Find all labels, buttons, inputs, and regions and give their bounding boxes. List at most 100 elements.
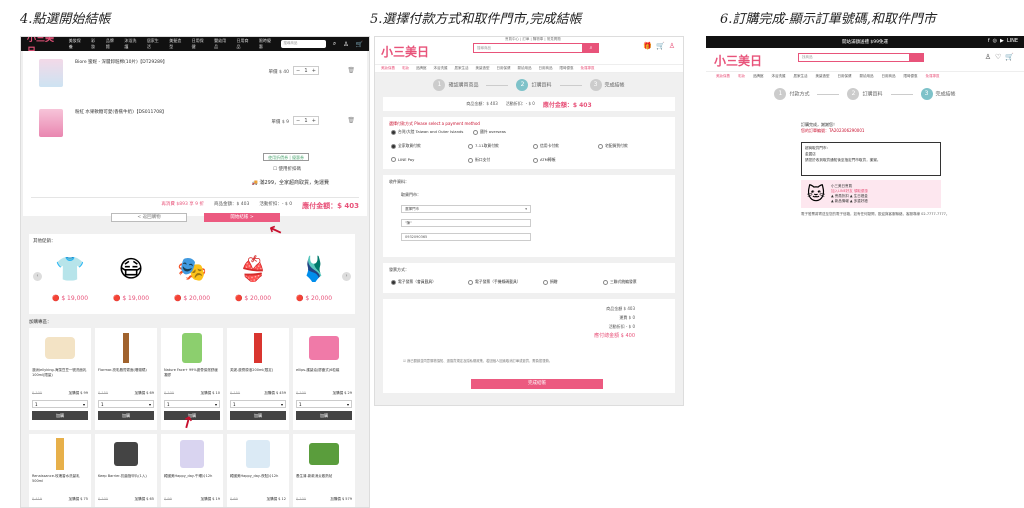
nav-item[interactable]: 彩妝 (91, 38, 99, 50)
trash-icon[interactable]: 🗑 (347, 67, 355, 74)
black-bra-image[interactable]: 🩱 (289, 248, 339, 290)
payment-radio[interactable]: 全家取貨付款 (391, 143, 421, 149)
nav-item[interactable]: 日用保健 (838, 74, 852, 79)
cart-icon[interactable]: 🛒 (356, 41, 363, 48)
kids-mask-image[interactable]: 🎭 (167, 248, 217, 290)
nav-item[interactable]: 美妝保養 (381, 66, 395, 71)
product-image[interactable] (227, 328, 289, 368)
instagram-icon[interactable]: ◎ (993, 38, 997, 44)
nav-item[interactable]: 免運專區 (581, 66, 595, 71)
nav-item[interactable]: 沐浴洗護 (434, 66, 448, 71)
search-icon[interactable] (910, 53, 924, 62)
addon-name[interactable]: 養生清-新款消炎散熱帖 (293, 474, 355, 494)
coupon-button[interactable]: 使用折價券 | 優惠券 (263, 153, 309, 161)
search-icon[interactable]: ⌕ (333, 40, 336, 48)
heart-icon[interactable]: ♡ (995, 53, 1001, 61)
gift-icon[interactable]: 🎁 (643, 42, 652, 50)
nav-item[interactable]: 沐浴洗護 (772, 74, 786, 79)
nav-item[interactable]: 美妝保養 (716, 74, 730, 79)
name-field[interactable]: "陳" (401, 219, 531, 227)
nav-item[interactable]: 日用商品 (237, 38, 252, 50)
brand-logo[interactable]: 小三美日 (381, 43, 429, 60)
quantity-stepper[interactable]: −1 + (293, 116, 319, 125)
facebook-icon[interactable]: f (988, 38, 990, 44)
nav-item[interactable]: 居家生活 (147, 38, 162, 50)
pink-bra-image[interactable]: 👙 (228, 248, 278, 290)
carousel-prev-icon[interactable]: ‹ (33, 272, 42, 281)
search-icon[interactable]: ⌕ (583, 43, 599, 53)
region-radio[interactable]: 台灣/大陸 Taiwan and Outer Islands (391, 129, 463, 135)
user-icon[interactable]: ♙ (985, 53, 991, 61)
carousel-next-icon[interactable]: › (342, 272, 351, 281)
addon-name[interactable]: ellips-護髮油(膠囊式)6粒裝 (293, 368, 355, 388)
invoice-radio[interactable]: 三聯式統編發票 (603, 279, 637, 285)
nav-item[interactable]: 美妝保養 (69, 38, 84, 50)
nav-item[interactable]: 嬰幼用品 (214, 38, 229, 50)
addon-name[interactable]: 韓國美Happy_day-夜貼片12h (227, 474, 289, 494)
addon-name[interactable]: Renaissance-玫瑰香水洗髮乳500ml (29, 474, 91, 494)
search-input[interactable]: 搜尋商品 (473, 43, 583, 53)
product-image[interactable] (293, 328, 355, 368)
product-image[interactable] (95, 434, 157, 474)
nav-item[interactable]: 日用保健 (497, 66, 511, 71)
quantity-select[interactable]: 1 ▾ (230, 400, 286, 408)
nav-item[interactable]: 嬰幼用品 (518, 66, 532, 71)
nav-item[interactable]: 免運專區 (926, 74, 940, 79)
quantity-select[interactable]: 1 ▾ (32, 400, 88, 408)
nav-item[interactable]: 沐浴洗護 (124, 38, 139, 50)
payment-radio[interactable]: 宅配貨到付款 (598, 143, 628, 149)
cart-icon[interactable]: 🛒 (656, 42, 665, 50)
back-to-shop-button[interactable]: < 返回購物 (111, 213, 187, 222)
start-checkout-button[interactable]: 開始結帳 > (204, 213, 280, 222)
addon-button[interactable]: 加購 (296, 411, 352, 420)
cart-item-name[interactable]: Biore 蜜妮 - 深層卸粧棉(10片)【DT29289】 (75, 59, 167, 65)
nav-item[interactable]: 日用保健 (192, 38, 207, 50)
invoice-radio[interactable]: 電子發票（會員載具） (391, 279, 436, 285)
brand-logo[interactable]: 小三美日 (714, 52, 762, 69)
recommended-item[interactable]: 🩱 🔴 $ 20,000 (289, 248, 339, 302)
store-select[interactable]: 選擇門市 ▾ (401, 205, 531, 213)
cart-icon[interactable]: 🛒 (1005, 53, 1014, 61)
invoice-radio[interactable]: 電子發票（手機條碼載具） (468, 279, 521, 285)
addon-name[interactable]: Flormar-亮彩唇膏霧面(珊瑚橘) (95, 368, 157, 388)
mask-box-image[interactable]: 😷 (106, 248, 156, 290)
nav-item[interactable]: 居家生活 (794, 74, 808, 79)
plus-icon[interactable]: + (312, 68, 316, 74)
nav-item[interactable]: 品牌館 (106, 38, 118, 50)
addon-button[interactable]: 加購 (98, 411, 154, 420)
product-image[interactable] (161, 328, 223, 368)
minus-icon[interactable]: − (296, 118, 300, 124)
nav-item[interactable]: 日用商品 (539, 66, 553, 71)
agree-checkbox[interactable]: ☑ (403, 359, 406, 363)
quantity-select[interactable]: 1 ▾ (98, 400, 154, 408)
nav-item[interactable]: 品牌館 (416, 66, 427, 71)
product-thumbnail[interactable] (39, 109, 63, 137)
complete-checkout-button[interactable]: 完成結帳 (471, 379, 603, 389)
addon-name[interactable]: 芙妮-蘆薈原液200ml(限定) (227, 368, 289, 388)
user-icon[interactable]: ♙ (669, 42, 675, 50)
line-icon[interactable]: LINE (1007, 38, 1018, 44)
payment-radio[interactable]: LINE Pay (391, 157, 414, 162)
nav-item[interactable]: 限時優惠 (259, 38, 274, 50)
user-icon[interactable]: ♙ (343, 41, 348, 48)
line-promo-banner[interactable]: 🐱 小三美日會員 加入LINE好友 領取優惠 ▲ 會員折扣 ▲ 生日禮金 ▲ 新… (801, 180, 941, 208)
recommended-item[interactable]: 👙 🔴 $ 20,000 (228, 248, 278, 302)
addon-button[interactable]: 加購 (32, 411, 88, 420)
quantity-stepper[interactable]: −1 + (293, 66, 319, 75)
nav-item[interactable]: 居家生活 (455, 66, 469, 71)
top-links[interactable]: 會員中心 | 訂單 | 購物車 | 常見問題 (505, 37, 561, 42)
recommended-item[interactable]: 👕 🔴 $ 19,000 (45, 248, 95, 302)
payment-radio[interactable]: 街口支付 (468, 157, 490, 163)
payment-radio[interactable]: 信用卡付款 (533, 143, 559, 149)
product-thumbnail[interactable] (39, 59, 63, 87)
addon-name[interactable]: 澳洲Jellyking-海藻豆豆一號洗面乳100ml(限量) (29, 368, 91, 388)
addon-name[interactable]: Nature Face+ 99%蘆薈保濕舒緩凝膠 (161, 368, 223, 388)
product-image[interactable] (161, 434, 223, 474)
use-coupon-checkbox[interactable]: ☐ 使用折扣碼 (273, 166, 301, 172)
product-image[interactable] (29, 328, 91, 368)
addon-name[interactable]: Keep Barrier-抗菌指甲片(1入) (95, 474, 157, 494)
nav-item[interactable]: 限時優惠 (560, 66, 574, 71)
recommended-item[interactable]: 😷 🔴 $ 19,000 (106, 248, 156, 302)
payment-radio[interactable]: 7-11取貨付款 (468, 143, 499, 149)
nav-item[interactable]: 嬰幼用品 (860, 74, 874, 79)
